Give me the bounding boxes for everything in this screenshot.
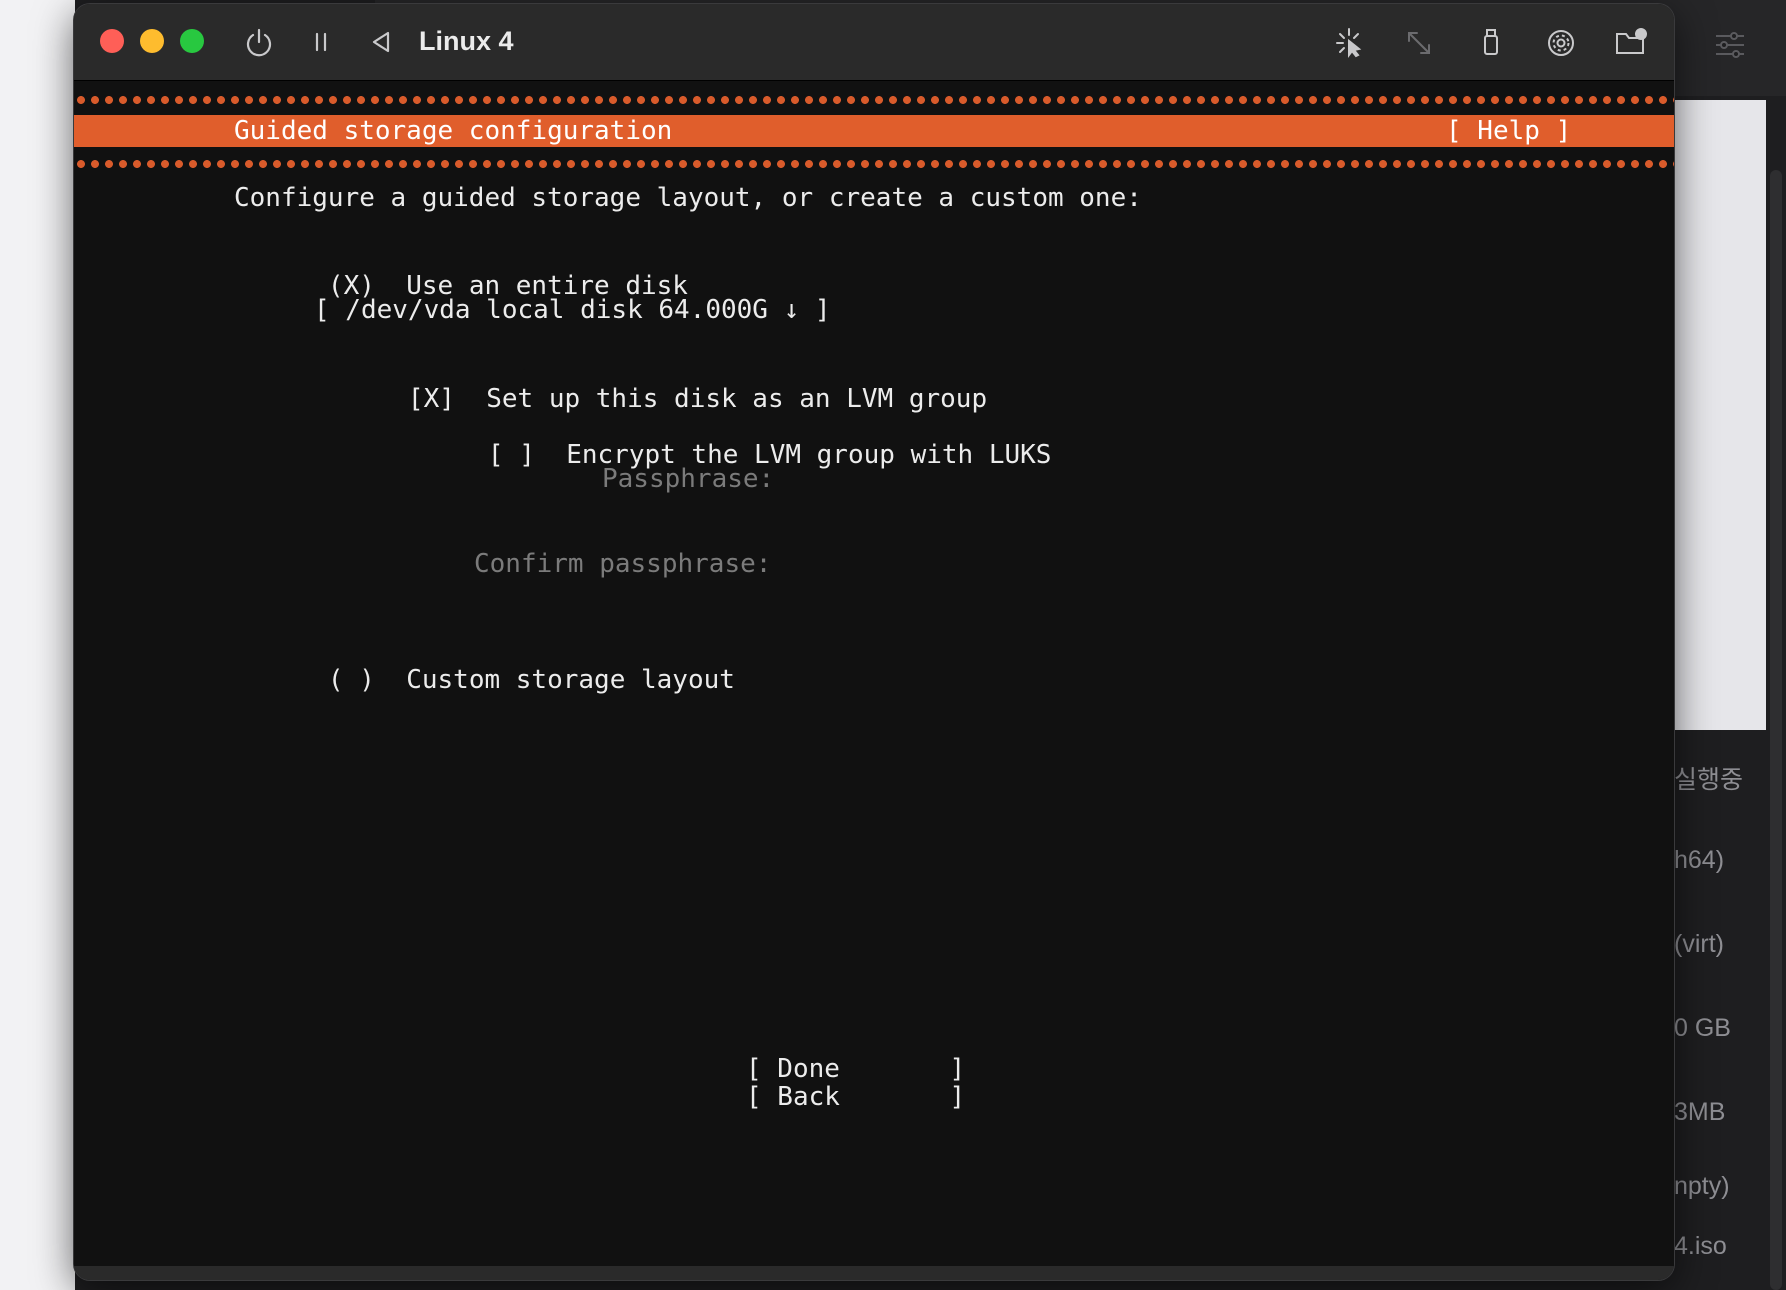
confirm-passphrase-label: Confirm passphrase: [474,549,772,579]
installer-header-bar: Guided storage configuration [ Help ] [74,115,1674,147]
installer-terminal[interactable]: Guided storage configuration [ Help ] Co… [74,81,1674,1266]
host-preview-panel [1670,100,1766,730]
header-pattern-top [74,87,1674,113]
disk-select-dropdown[interactable]: [ /dev/vda local disk 64.000G ↓ ] [314,294,831,326]
back-button[interactable]: [ Back ] [746,1081,965,1113]
custom-layout-label: Custom storage layout [406,665,735,695]
host-info-disk: 0 GB [1674,1014,1731,1042]
shared-folder-icon[interactable] [1614,26,1648,60]
custom-layout-radio[interactable]: ( ) [328,665,375,695]
window-bottom-edge [74,1266,1674,1280]
host-scrollbar[interactable] [1770,170,1782,1290]
power-icon[interactable] [242,26,276,60]
maximize-window-button[interactable] [180,29,204,53]
host-info-machine: (virt) [1674,930,1724,958]
back-icon[interactable] [364,26,398,60]
host-left-area [0,0,75,1290]
window-title: Linux 4 [419,26,514,56]
luks-checkbox[interactable]: [ ] [488,440,535,470]
host-info-drive: npty) [1674,1172,1730,1200]
disc-icon[interactable] [1544,26,1578,60]
host-info-status: 실행중 [1674,766,1744,794]
intro-text: Configure a guided storage layout, or cr… [234,183,1142,213]
passphrase-label: Passphrase: [602,464,775,494]
cursor-capture-icon[interactable] [1332,26,1366,60]
resize-icon[interactable] [1402,26,1436,60]
installer-title: Guided storage configuration [234,116,673,146]
vm-window: Linux 4 Guided storage configuration [H… [74,4,1674,1280]
sliders-icon[interactable] [1714,30,1746,60]
window-titlebar: Linux 4 [74,4,1674,81]
custom-layout-option[interactable]: ( ) Custom storage layout [234,632,735,728]
host-info-iso: 4.iso [1674,1232,1727,1260]
usb-icon[interactable] [1474,26,1508,60]
pause-icon[interactable] [304,26,338,60]
help-button[interactable]: [ Help ] [1446,115,1571,147]
host-info-memory: 3MB [1674,1098,1726,1126]
minimize-window-button[interactable] [140,29,164,53]
header-pattern-bottom [74,151,1674,177]
close-window-button[interactable] [100,29,124,53]
host-info-arch: h64) [1674,846,1725,874]
